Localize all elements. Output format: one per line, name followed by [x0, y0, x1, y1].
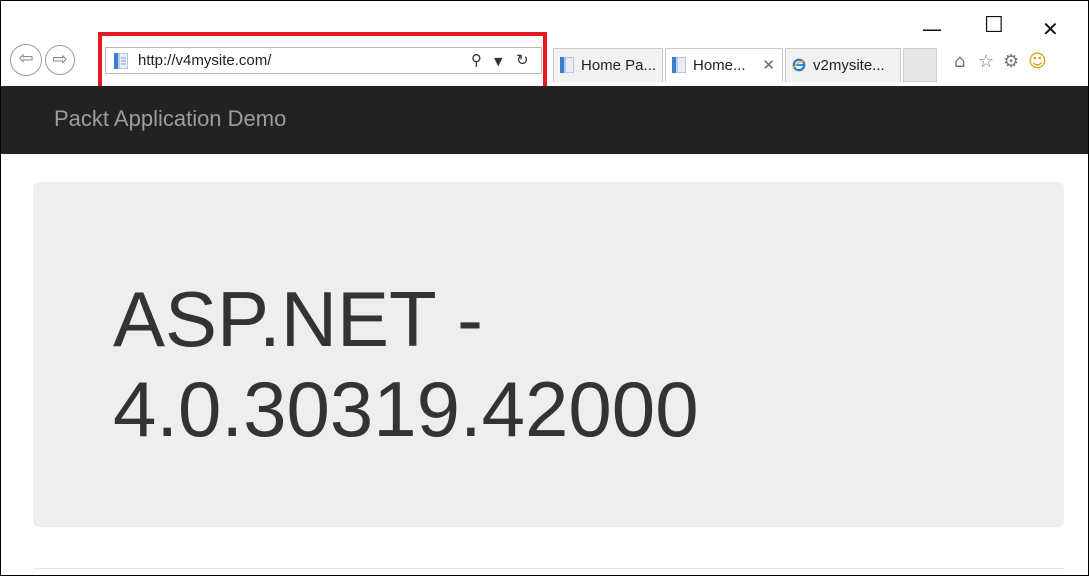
ie-icon — [792, 58, 806, 72]
minimize-icon[interactable]: — — [922, 17, 942, 41]
page-icon — [672, 57, 686, 73]
heading-line-2: 4.0.30319.42000 — [113, 365, 699, 453]
page-icon — [560, 57, 574, 73]
tab-v2mysite[interactable]: v2mysite... — [785, 48, 901, 82]
close-tab-icon[interactable]: ✕ — [762, 56, 775, 74]
tab-label: Home... — [693, 57, 746, 74]
favorites-star-icon[interactable]: ☆ — [978, 51, 994, 72]
heading-line-1: ASP.NET - — [113, 275, 483, 363]
settings-gear-icon[interactable]: ⚙ — [1003, 51, 1019, 72]
back-arrow-icon: ⇦ — [18, 48, 34, 69]
tab-home-active[interactable]: Home... ✕ — [665, 48, 783, 82]
new-tab-button[interactable] — [903, 48, 937, 82]
forward-arrow-icon: ⇨ — [52, 49, 68, 70]
browser-chrome: — ☐ ✕ ⇦ ⇨ http://v4mysite.com/ ⚲ ▼ ↻ Hom… — [1, 1, 1088, 97]
forward-button[interactable]: ⇨ — [45, 45, 75, 75]
brand-link[interactable]: Packt Application Demo — [54, 106, 286, 132]
back-button[interactable]: ⇦ — [10, 44, 42, 76]
maximize-icon[interactable]: ☐ — [984, 13, 1004, 38]
site-navbar: Packt Application Demo — [1, 86, 1088, 154]
tab-label: v2mysite... — [813, 57, 885, 74]
home-icon[interactable]: ⌂ — [954, 51, 965, 72]
close-window-icon[interactable]: ✕ — [1042, 17, 1059, 41]
jumbotron: ASP.NET - 4.0.30319.42000 — [33, 182, 1064, 527]
browser-window: — ☐ ✕ ⇦ ⇨ http://v4mysite.com/ ⚲ ▼ ↻ Hom… — [0, 0, 1089, 576]
smiley-feedback-icon[interactable]: ☺ — [1028, 51, 1047, 72]
tab-label: Home Pa... — [581, 57, 657, 74]
tab-home-page[interactable]: Home Pa... — [553, 48, 663, 82]
page-heading: ASP.NET - 4.0.30319.42000 — [113, 274, 1013, 454]
divider — [33, 568, 1064, 569]
